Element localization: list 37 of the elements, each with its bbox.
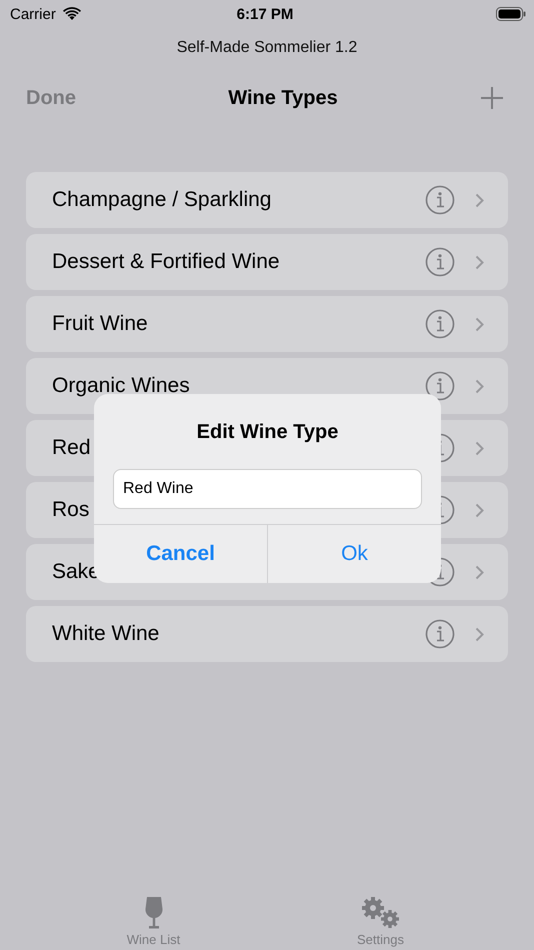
wine-type-label: Red	[52, 436, 92, 460]
chevron-icon	[475, 564, 484, 580]
wine-type-label: Dessert & Fortified Wine	[52, 250, 281, 274]
info-icon[interactable]	[425, 185, 455, 215]
carrier-label: Carrier	[10, 6, 56, 22]
wine-type-field[interactable]: Red Wine	[113, 469, 422, 509]
info-icon[interactable]	[425, 309, 455, 339]
wine-type-row[interactable]: Dessert & Fortified Wine	[26, 234, 508, 290]
chevron-icon	[475, 440, 484, 456]
app-title: Self-Made Sommelier 1.2	[176, 39, 358, 57]
chevron-icon	[475, 254, 484, 270]
wine-type-row[interactable]: Champagne / Sparkling	[26, 172, 508, 228]
tab-label: Settings	[357, 932, 404, 947]
info-icon[interactable]	[425, 247, 455, 277]
wine-type-label: Fruit Wine	[52, 312, 149, 336]
dialog-title: Edit Wine Type	[196, 421, 340, 444]
wine-type-label: Organic Wines	[52, 374, 191, 398]
wine-type-label: White Wine	[52, 622, 160, 646]
tab-label: Wine List	[126, 932, 180, 947]
add-icon[interactable]	[480, 86, 504, 110]
gears-icon	[360, 896, 402, 930]
chevron-icon	[475, 316, 484, 332]
chevron-icon	[475, 626, 484, 642]
status-time: 6:17 PM	[236, 6, 294, 22]
wine-type-label: Champagne / Sparkling	[52, 188, 272, 212]
chevron-icon	[475, 378, 484, 394]
battery-icon	[496, 7, 526, 21]
chevron-icon	[475, 192, 484, 208]
screen-title: Wine Types	[228, 86, 338, 110]
wine-type-row[interactable]: White Wine	[26, 606, 508, 662]
wifi-icon	[62, 7, 82, 21]
wine-glass-icon	[144, 896, 164, 930]
wine-type-label: Ros	[52, 498, 90, 522]
chevron-icon	[475, 502, 484, 518]
info-icon[interactable]	[425, 619, 455, 649]
wine-type-row[interactable]: Fruit Wine	[26, 296, 508, 352]
info-icon[interactable]	[425, 371, 455, 401]
